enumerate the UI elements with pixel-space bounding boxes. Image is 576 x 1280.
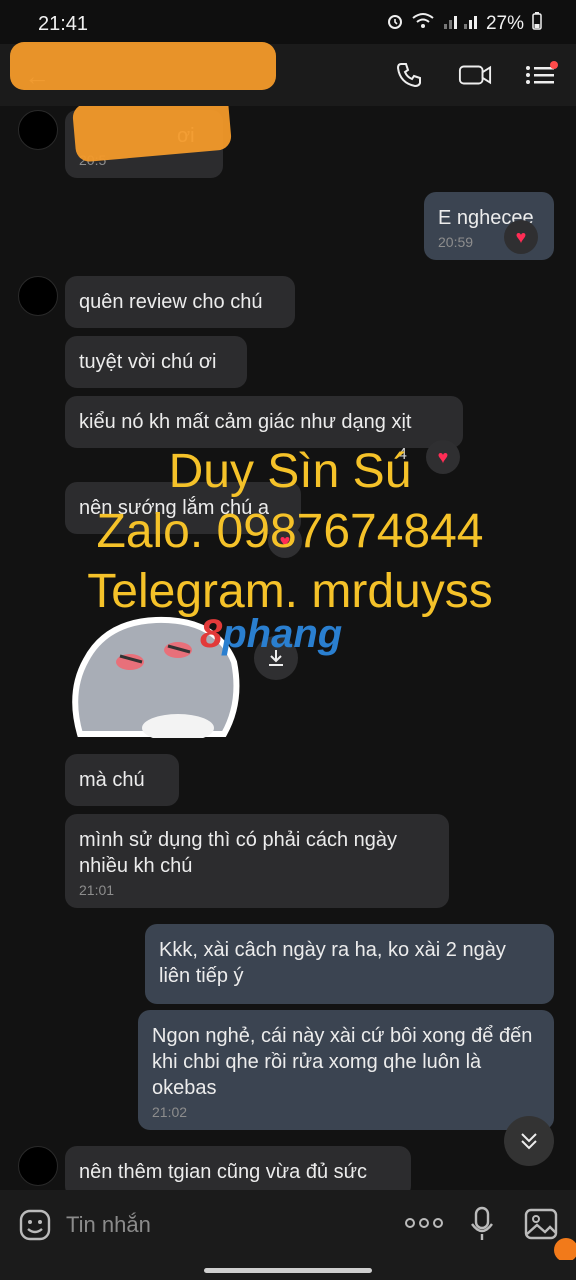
incoming-message[interactable]: tuyệt vời chú ơi [65,336,247,388]
video-call-button[interactable] [458,58,492,92]
watermark-line: Telegram. mrduyss [87,565,493,618]
outgoing-message[interactable]: Ngon nghẻ, cái này xài cứ bôi xong để đế… [138,1010,554,1130]
battery-level: 27% [485,13,524,34]
status-time: 21:41 [38,13,89,35]
phone-icon [396,63,421,88]
home-indicator [0,1260,576,1280]
message-text: mà chú [79,769,145,791]
alarm-icon [386,12,404,36]
incoming-message[interactable]: mình sử dụng thì có phải cách ngày nhiều… [65,814,449,908]
heart-reaction-icon[interactable]: ♥ [504,220,538,254]
censored-contact-name [10,42,276,90]
signal-icon [442,12,478,36]
watermark-text: Duy Sìn Sú Zalo. 0987674844 Telegram. mr… [40,442,540,622]
incoming-message[interactable]: quên review cho chú [65,276,295,328]
watermark-line: Zalo. 0987674844 [96,505,484,558]
image-icon [524,1208,558,1240]
watermark-line: Duy Sìn Sú [168,445,412,498]
image-picker-button[interactable] [524,1208,558,1245]
message-text: Ngon nghẻ, cái này xài cứ bôi xong để đế… [152,1025,533,1099]
message-text: kiểu nó kh mất cảm giác như dạng xịt [79,411,412,433]
message-list[interactable]: ơi 20:5 E nghecee 20:59 ♥ quên review ch… [0,106,576,1190]
more-dots-icon [405,1218,443,1228]
message-time: 21:02 [152,1104,188,1120]
scroll-to-bottom-button[interactable] [504,1116,554,1166]
wifi-icon [412,12,434,36]
voice-message-button[interactable] [470,1206,494,1247]
home-pill[interactable] [204,1268,372,1273]
message-input[interactable]: Tin nhắn [66,1212,151,1238]
message-composer: Tin nhắn [0,1190,576,1262]
contact-avatar[interactable] [18,276,58,316]
message-text: quên review cho chú [79,291,263,313]
watermark-badge-icon [554,1238,576,1262]
status-bar: 21:41 27% [0,0,576,44]
emoji-button[interactable] [18,1208,52,1247]
video-camera-icon [458,65,492,85]
voice-call-button[interactable] [392,58,426,92]
microphone-icon [471,1206,493,1240]
outgoing-message[interactable]: Kkk, xài câch ngày ra ha, ko xài 2 ngày … [145,924,554,1004]
menu-icon [526,61,558,84]
message-text: tuyệt vời chú ơi [79,351,217,373]
sticker-emoji-icon [19,1209,51,1241]
more-options-button[interactable] [404,1216,444,1235]
contact-avatar[interactable] [18,110,58,150]
incoming-message[interactable]: nên thêm tgian cũng vừa đủ sức [65,1146,411,1190]
status-icons: 27% [386,12,542,36]
incoming-message[interactable]: mà chú [65,754,179,806]
battery-icon [532,12,542,36]
message-text: mình sử dụng thì có phải cách ngày nhiều… [79,829,398,877]
chat-header: ← [0,42,576,106]
message-text: Kkk, xài câch ngày ra ha, ko xài 2 ngày … [159,939,506,987]
double-chevron-down-icon [521,1133,537,1150]
contact-avatar[interactable] [18,1146,58,1186]
message-text: nên thêm tgian cũng vừa đủ sức [79,1161,368,1183]
incoming-message[interactable]: kiểu nó kh mất cảm giác như dạng xịt [65,396,463,448]
chat-menu-button[interactable] [524,58,558,92]
message-time: 21:01 [79,882,115,898]
